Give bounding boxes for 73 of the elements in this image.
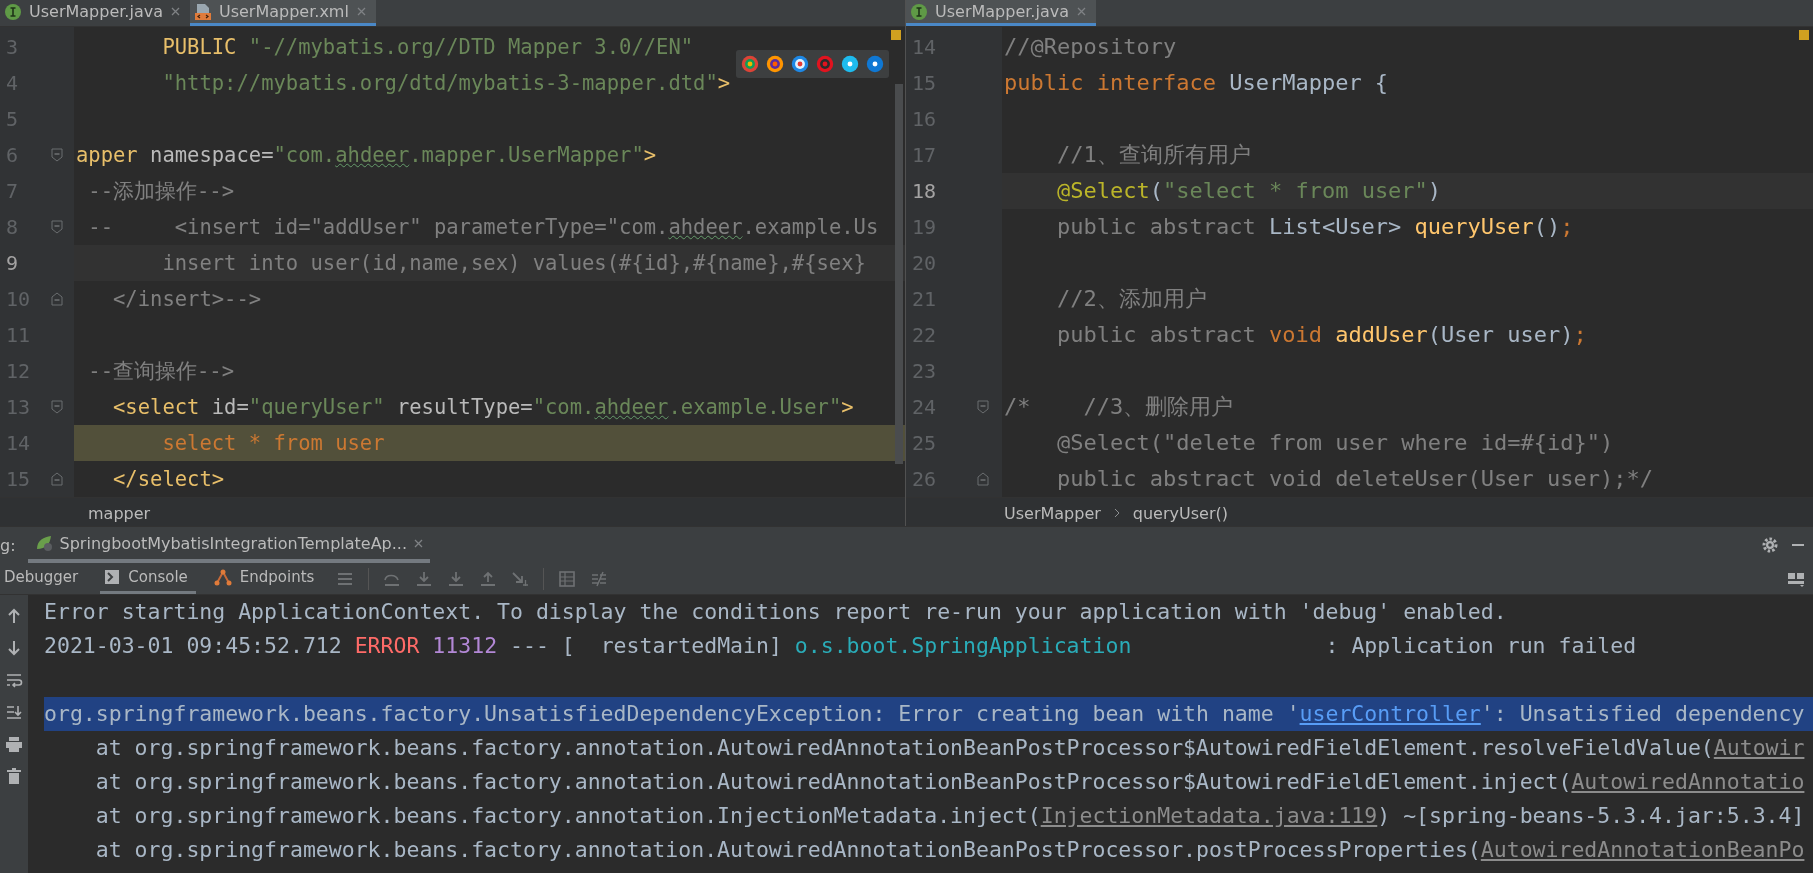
console-line: at org.springframework.beans.factory.annotation.AutowiredAnnotationBeanPostProcessor.postProcessProperties(AutowiredAnnotationBeanPo bbox=[94, 836, 1806, 864]
print-icon[interactable] bbox=[5, 735, 23, 753]
browser-icon[interactable] bbox=[766, 55, 784, 73]
browser-icon[interactable] bbox=[741, 55, 759, 73]
browser-icon[interactable] bbox=[866, 55, 884, 73]
code-line: --查询操作--> bbox=[87, 358, 235, 385]
fold-icon[interactable] bbox=[51, 292, 63, 306]
panel-label: g: bbox=[0, 535, 16, 555]
code-line: "http://mybatis.org/dtd/mybatis-3-mapper.dtd"> bbox=[161, 70, 731, 97]
endpoints-icon bbox=[213, 568, 232, 586]
editor-tab[interactable]: UserMapper.xml bbox=[189, 0, 376, 26]
fold-icon[interactable] bbox=[51, 400, 63, 414]
close-icon[interactable] bbox=[413, 537, 424, 549]
console-icon bbox=[104, 569, 121, 585]
console-line: at org.springframework.beans.factory.annotation.InjectionMetadata.inject(InjectionMetadata.java:119) ~[spring-beans-5.3.4.jar:5.3.4] bbox=[94, 802, 1806, 830]
tool-tab[interactable]: Debugger bbox=[0, 563, 87, 594]
code-line: //2、添加用户 bbox=[1055, 285, 1207, 313]
code-line: <select id="queryUser" resultType="com.ahdeer.example.User"> bbox=[112, 394, 854, 421]
soft-wrap-icon[interactable] bbox=[5, 671, 23, 689]
breadcrumb-item[interactable]: UserMapper bbox=[1004, 503, 1101, 523]
settings-icon[interactable] bbox=[1761, 536, 1779, 554]
code-line: /* //3、删除用户 bbox=[1004, 393, 1234, 421]
breadcrumb-item[interactable]: mapper bbox=[88, 503, 151, 523]
console-line: Error starting ApplicationContext. To display the conditions report re-run your application with 'debug' enabled. bbox=[44, 598, 1508, 626]
xml-file-icon bbox=[193, 2, 212, 21]
console-line: 2021-03-01 09:45:52.712 ERROR 11312 --- [ restartedMain] o.s.boot.SpringApplication : Application run failed bbox=[44, 632, 1638, 660]
step-into-icon[interactable] bbox=[415, 569, 434, 588]
close-icon[interactable] bbox=[169, 6, 181, 17]
chevron-icon bbox=[1112, 508, 1121, 518]
close-icon[interactable] bbox=[355, 6, 367, 17]
fold-icon[interactable] bbox=[51, 220, 63, 234]
console-line: at org.springframework.beans.factory.annotation.AutowiredAnnotationBeanPostProcessor$AutowiredFieldElement.inject(AutowiredAnnotatio bbox=[94, 768, 1806, 796]
scroll-to-end-icon[interactable] bbox=[5, 703, 23, 721]
warning-stripe-mark bbox=[1799, 30, 1809, 40]
breadcrumb-item[interactable]: queryUser() bbox=[1132, 503, 1228, 523]
code-line: @Select("select * from user") bbox=[1055, 177, 1442, 205]
tool-tab[interactable]: Console bbox=[100, 563, 196, 594]
code-line: public abstract List<User> queryUser(); bbox=[1055, 213, 1574, 241]
code-line: public interface UserMapper { bbox=[1004, 69, 1389, 97]
code-line: select * from user bbox=[161, 430, 385, 457]
line-number: 18 bbox=[911, 178, 938, 205]
code-line: //1、查询所有用户 bbox=[1055, 141, 1251, 169]
code-line: //@Repository bbox=[1004, 33, 1177, 61]
code-line: -- <insert id="addUser" parameterType="com.ahdeer.example.Us bbox=[87, 214, 879, 241]
warning-stripe-mark bbox=[891, 30, 901, 40]
editor-tab[interactable]: UserMapper.java bbox=[0, 0, 190, 26]
close-icon[interactable] bbox=[1075, 6, 1087, 17]
code-line: apper namespace="com.ahdeer.mapper.UserMapper"> bbox=[76, 142, 657, 169]
scrollbar-thumb[interactable] bbox=[895, 84, 903, 464]
code-line: </insert>--> bbox=[112, 286, 262, 313]
tool-tab[interactable]: Endpoints bbox=[209, 563, 323, 594]
code-line: public abstract void addUser(User user); bbox=[1055, 321, 1587, 349]
interface-icon bbox=[910, 2, 928, 21]
editor-tab[interactable]: UserMapper.java bbox=[906, 0, 1096, 26]
code-line: public abstract void deleteUser(User user);*/ bbox=[1055, 465, 1653, 493]
code-line: insert into user(id,name,sex) values(#{id},#{name},#{sex} bbox=[161, 250, 866, 277]
down-arrow-icon[interactable] bbox=[5, 639, 23, 657]
fold-icon[interactable] bbox=[977, 472, 989, 486]
table-icon[interactable] bbox=[558, 569, 577, 588]
line-number: 9 bbox=[5, 250, 20, 277]
fold-icon[interactable] bbox=[51, 472, 63, 486]
console-line: at org.springframework.beans.factory.annotation.AutowiredAnnotationBeanPostProcessor$AutowiredFieldElement.resolveFieldValue(Autowir bbox=[94, 734, 1806, 762]
trash-icon[interactable] bbox=[5, 767, 23, 785]
code-line: --添加操作--> bbox=[87, 178, 235, 205]
browser-icon[interactable] bbox=[841, 55, 859, 73]
interface-icon bbox=[4, 2, 22, 21]
step-out-icon[interactable] bbox=[479, 569, 498, 588]
code-line: </select> bbox=[112, 466, 225, 493]
code-line: @Select("delete from user where id=#{id}") bbox=[1055, 429, 1614, 457]
fold-icon[interactable] bbox=[51, 148, 63, 162]
code-line: PUBLIC "-//mybatis.org//DTD Mapper 3.0//EN" bbox=[161, 34, 694, 61]
fold-icon[interactable] bbox=[977, 400, 989, 414]
browser-icon[interactable] bbox=[791, 55, 809, 73]
